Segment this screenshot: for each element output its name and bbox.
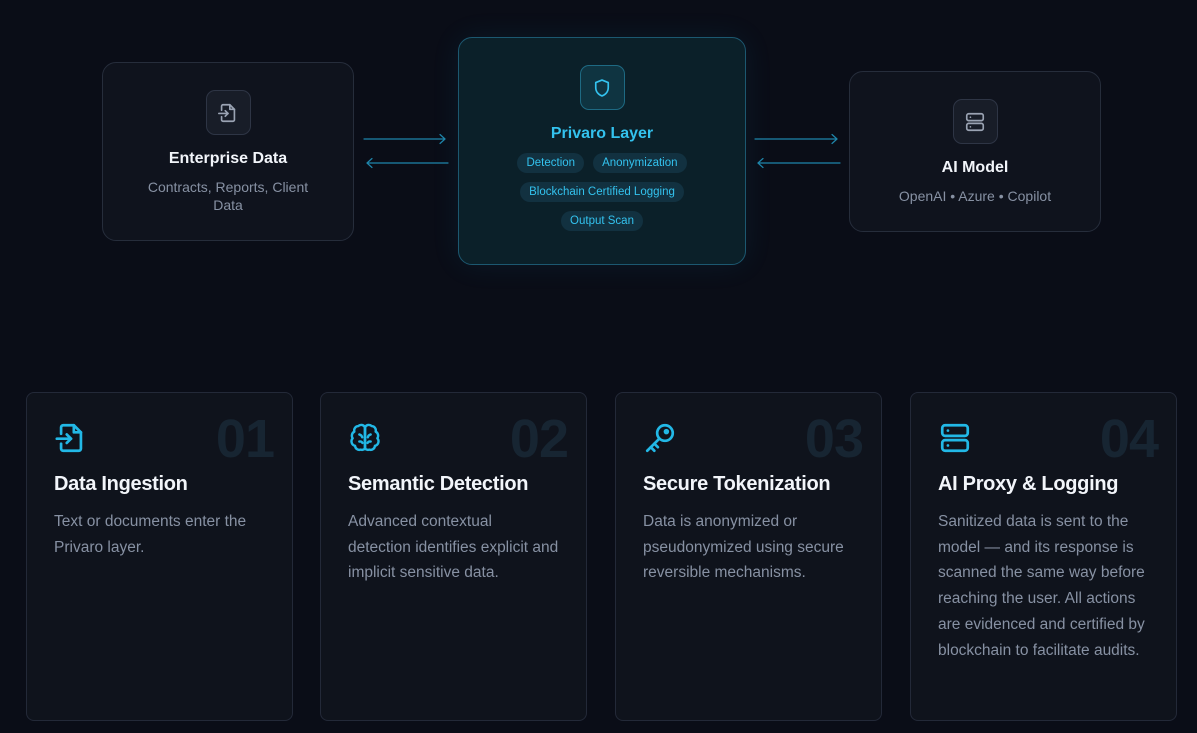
step-description: Data is anonymized or pseudonymized usin… <box>643 513 844 582</box>
chip-blockchain-logging: Blockchain Certified Logging <box>520 182 684 202</box>
enterprise-data-title: Enterprise Data <box>168 150 288 167</box>
enterprise-data-node: Enterprise Data Contracts, Reports, Clie… <box>102 62 354 241</box>
ai-model-title: AI Model <box>941 159 1009 176</box>
step-description: Text or documents enter the Privaro laye… <box>54 513 247 556</box>
enterprise-data-subtitle: Contracts, Reports, Client Data <box>147 179 309 213</box>
server-icon <box>938 421 972 455</box>
step-description: Advanced contextual detection identifies… <box>348 513 559 582</box>
shield-icon <box>579 65 625 110</box>
chip-output-scan: Output Scan <box>561 211 643 231</box>
server-icon <box>952 99 998 144</box>
privaro-feature-chips: Detection Anonymization Blockchain Certi… <box>482 153 722 231</box>
chip-anonymization: Anonymization <box>593 153 687 173</box>
brain-icon <box>348 421 382 455</box>
step-title: Data Ingestion <box>54 473 188 495</box>
step-card-semantic-detection: 02 Semantic Detection Advanced contextua… <box>320 392 587 721</box>
step-card-ai-proxy-logging: 04 AI Proxy & Logging Sanitized data is … <box>910 392 1177 721</box>
step-number: 02 <box>509 409 569 469</box>
step-number: 04 <box>1099 409 1159 469</box>
step-title: AI Proxy & Logging <box>938 473 1119 495</box>
chip-detection: Detection <box>517 153 585 173</box>
file-import-icon <box>205 90 251 135</box>
step-title: Semantic Detection <box>348 473 529 495</box>
privaro-layer-node: Privaro Layer Detection Anonymization Bl… <box>458 37 746 265</box>
key-icon <box>643 421 677 455</box>
step-title: Secure Tokenization <box>643 473 831 495</box>
file-import-icon <box>54 421 88 455</box>
ai-model-subtitle: OpenAI • Azure • Copilot <box>898 188 1052 204</box>
flow-arrows-left <box>363 133 449 169</box>
step-card-data-ingestion: 01 Data Ingestion Text or documents ente… <box>26 392 293 721</box>
privaro-layer-title: Privaro Layer <box>550 125 654 142</box>
step-number: 01 <box>215 409 275 469</box>
step-number: 03 <box>804 409 864 469</box>
ai-model-node: AI Model OpenAI • Azure • Copilot <box>849 71 1101 232</box>
step-card-secure-tokenization: 03 Secure Tokenization Data is anonymize… <box>615 392 882 721</box>
flow-arrows-right <box>754 133 841 169</box>
step-description: Sanitized data is sent to the model — an… <box>938 513 1145 659</box>
